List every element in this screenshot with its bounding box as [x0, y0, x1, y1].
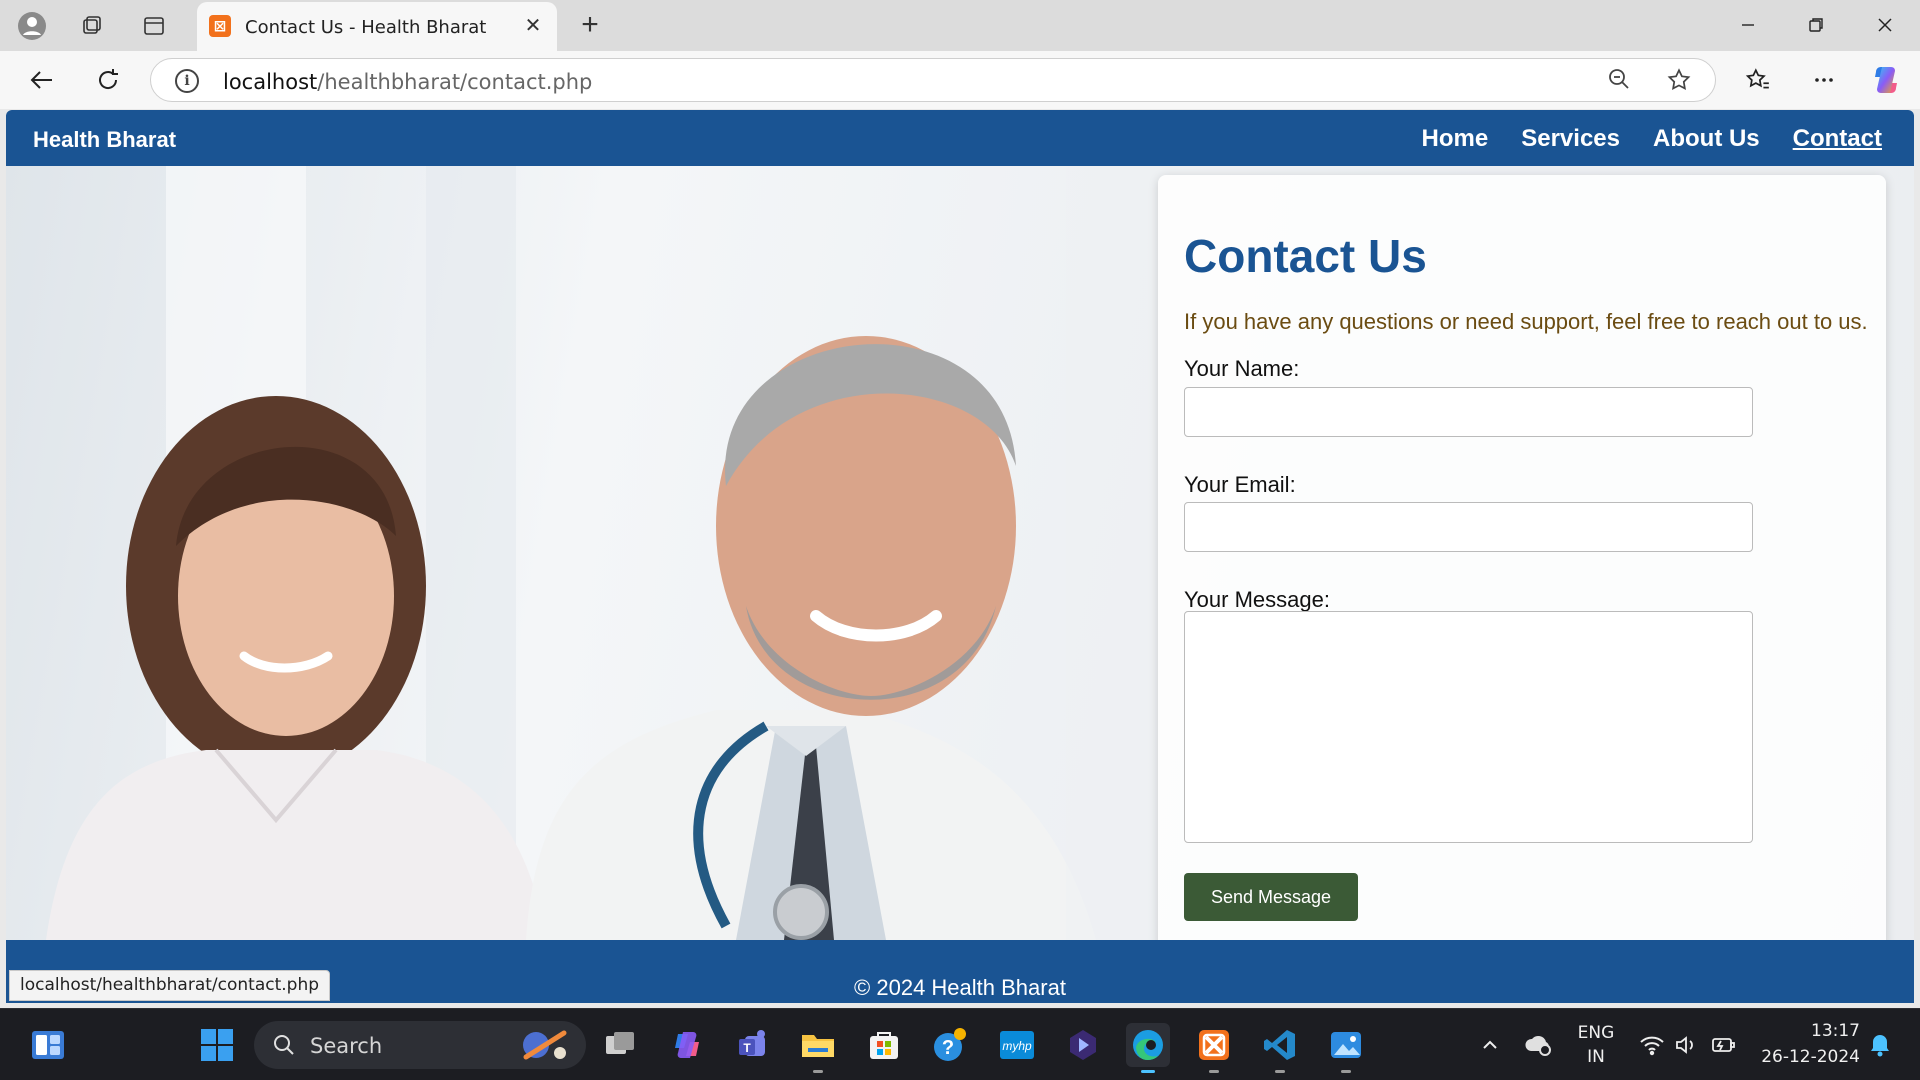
name-input[interactable] — [1184, 387, 1753, 437]
active-tab[interactable]: ⊠ Contact Us - Health Bharat ✕ — [197, 2, 557, 51]
teams-icon[interactable]: T — [731, 1023, 775, 1067]
vscode-icon[interactable] — [1258, 1023, 1302, 1073]
site-nav-links: Home Services About Us Contact — [1422, 125, 1882, 153]
web-page: Health Bharat Home Services About Us Con… — [6, 110, 1914, 1003]
restore-icon[interactable] — [1786, 6, 1846, 44]
tab-close-icon[interactable]: ✕ — [519, 12, 547, 40]
address-bar[interactable]: i localhost/healthbharat/contact.php — [150, 58, 1716, 102]
search-icon — [274, 1035, 294, 1055]
message-label: Your Message: — [1184, 587, 1330, 612]
onedrive-icon[interactable] — [1516, 1023, 1560, 1067]
windows-taskbar: Search T ? myhp ENG IN 13:17 26-12-2024 — [0, 1008, 1920, 1080]
windows-start-icon[interactable] — [195, 1023, 239, 1067]
site-info-icon[interactable]: i — [175, 69, 199, 93]
email-input[interactable] — [1184, 502, 1753, 552]
workspaces-icon[interactable] — [74, 8, 110, 44]
file-explorer-icon[interactable] — [796, 1023, 840, 1073]
tab-title: Contact Us - Health Bharat — [245, 17, 487, 38]
favorites-icon[interactable] — [1738, 62, 1778, 98]
taskbar-search-box[interactable]: Search — [254, 1021, 586, 1069]
vertical-tabs-icon[interactable] — [136, 8, 172, 44]
message-textarea[interactable] — [1184, 611, 1753, 843]
link-status-bubble: localhost/healthbharat/contact.php — [9, 970, 331, 1001]
profile-icon[interactable] — [14, 8, 50, 44]
language-code[interactable]: ENG — [1568, 1023, 1624, 1043]
photos-icon[interactable] — [1324, 1023, 1368, 1073]
favorite-star-icon[interactable] — [1665, 67, 1693, 95]
notification-bell-icon[interactable] — [1858, 1023, 1902, 1067]
new-tab-icon[interactable]: + — [572, 8, 608, 44]
contact-title: Contact Us — [1184, 230, 1427, 282]
browser-toolbar: i localhost/healthbharat/contact.php — [0, 51, 1920, 109]
minimize-icon[interactable] — [1718, 6, 1778, 44]
edge-browser-icon[interactable] — [1126, 1023, 1170, 1073]
widgets-icon[interactable] — [26, 1023, 70, 1067]
task-view-icon[interactable] — [598, 1023, 642, 1067]
xampp-icon[interactable] — [1192, 1023, 1236, 1073]
close-window-icon[interactable] — [1855, 6, 1915, 44]
svg-text:?: ? — [942, 1037, 954, 1059]
contact-intro: If you have any questions or need suppor… — [1184, 309, 1868, 334]
zoom-out-icon[interactable] — [1605, 67, 1633, 95]
nav-link-home[interactable]: Home — [1422, 125, 1489, 153]
microsoft-store-icon[interactable] — [862, 1023, 906, 1067]
email-label: Your Email: — [1184, 472, 1296, 497]
contact-card: Contact Us If you have any questions or … — [1158, 175, 1886, 940]
nav-link-contact[interactable]: Contact — [1793, 125, 1882, 153]
hero-background: Contact Us If you have any questions or … — [6, 166, 1914, 940]
send-message-button[interactable]: Send Message — [1184, 873, 1358, 921]
clock-time[interactable]: 13:17 — [1750, 1021, 1860, 1041]
xampp-favicon-icon: ⊠ — [209, 15, 231, 37]
reload-icon[interactable] — [88, 62, 128, 98]
nav-link-about-us[interactable]: About Us — [1653, 125, 1760, 153]
region-code[interactable]: IN — [1568, 1047, 1624, 1067]
browser-tab-strip: ⊠ Contact Us - Health Bharat ✕ + — [0, 0, 1920, 51]
svg-text:myhp: myhp — [1002, 1039, 1032, 1053]
myhp-icon[interactable]: myhp — [995, 1023, 1039, 1067]
clock-date[interactable]: 26-12-2024 — [1750, 1047, 1860, 1067]
address-url[interactable]: localhost/healthbharat/contact.php — [223, 70, 592, 94]
site-navbar: Health Bharat Home Services About Us Con… — [6, 110, 1914, 166]
taskbar-search-placeholder: Search — [310, 1034, 383, 1058]
search-highlight-icon — [523, 1030, 567, 1060]
copilot-icon[interactable] — [1866, 62, 1906, 98]
chevron-up-icon[interactable] — [1468, 1023, 1512, 1067]
site-brand[interactable]: Health Bharat — [33, 127, 176, 153]
get-help-icon[interactable]: ? — [928, 1023, 972, 1067]
more-menu-icon[interactable] — [1804, 62, 1844, 98]
nav-link-services[interactable]: Services — [1521, 125, 1620, 153]
name-label: Your Name: — [1184, 356, 1300, 381]
battery-icon[interactable] — [1702, 1023, 1746, 1067]
copilot-app-icon[interactable] — [665, 1023, 709, 1067]
back-arrow-icon[interactable] — [22, 62, 62, 98]
svg-text:T: T — [743, 1041, 751, 1055]
media-app-icon[interactable] — [1061, 1023, 1105, 1067]
